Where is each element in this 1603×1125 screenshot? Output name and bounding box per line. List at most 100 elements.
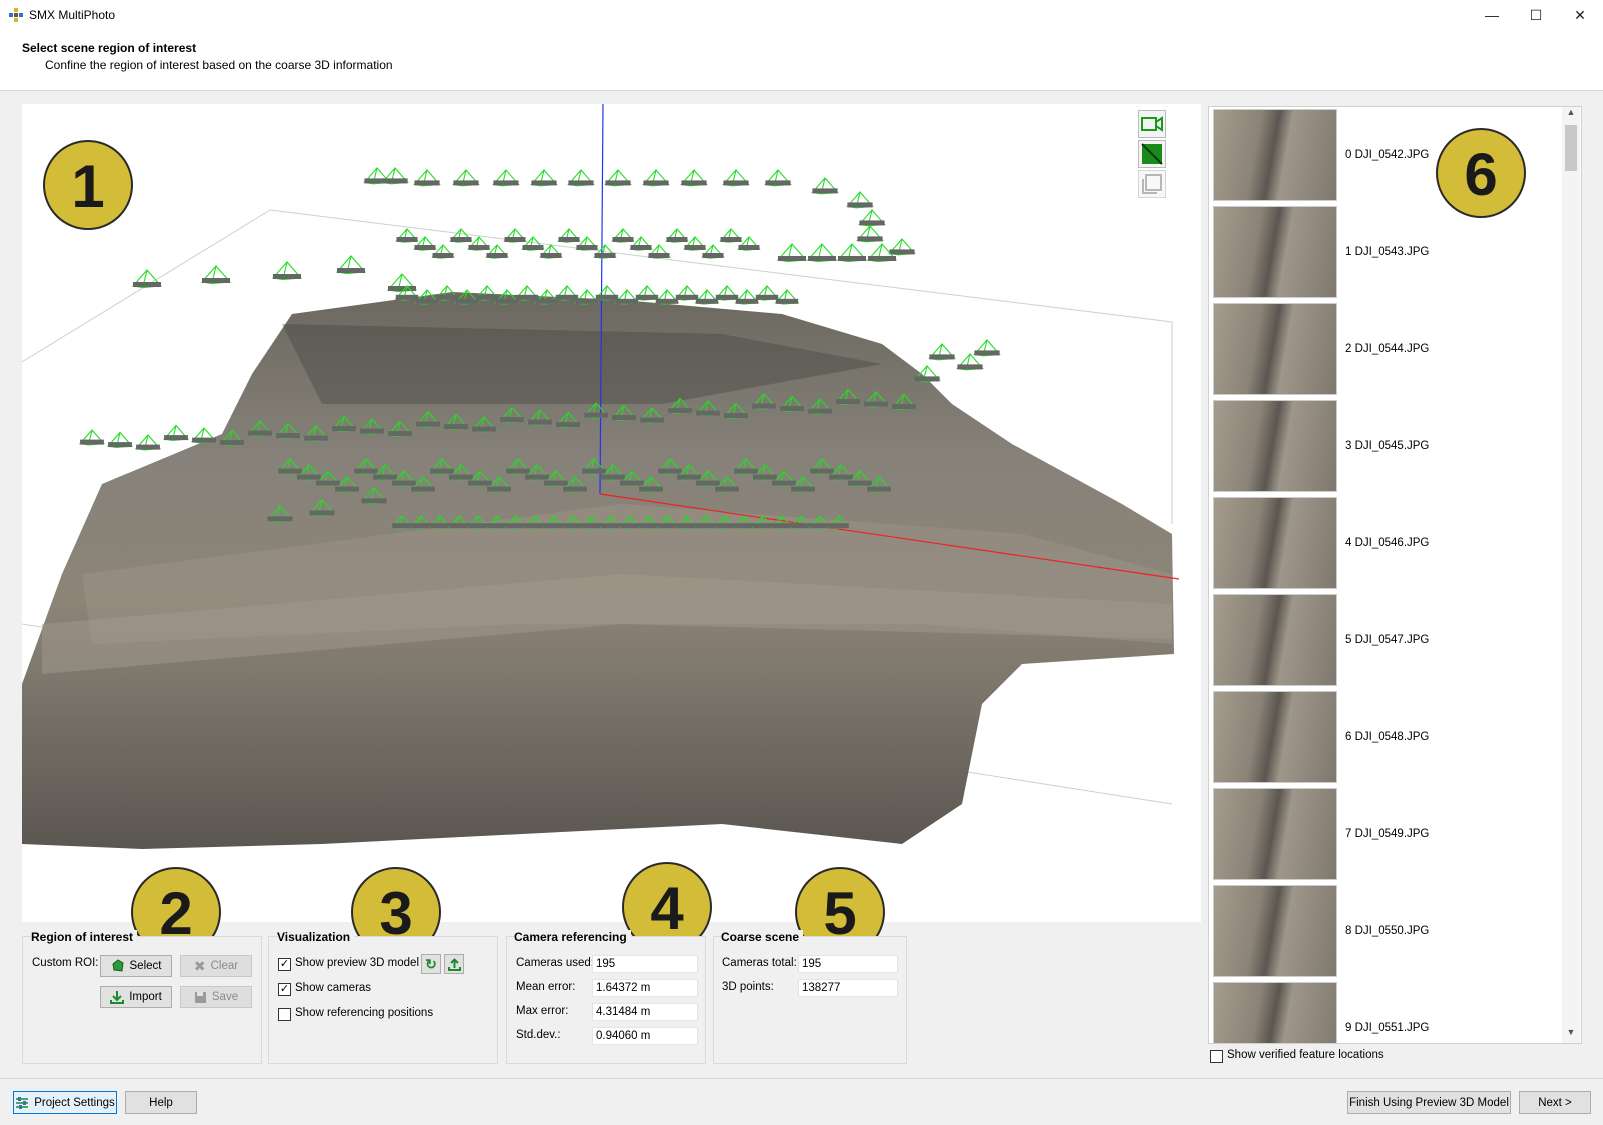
- camera-image-plane: [681, 180, 707, 186]
- image-filename[interactable]: 4 DJI_0546.JPG: [1345, 537, 1429, 549]
- next-button[interactable]: Next >: [1519, 1091, 1591, 1114]
- refresh-preview-button[interactable]: ↻: [421, 954, 441, 974]
- callout-badge-1: 1: [43, 140, 133, 230]
- image-thumbnail[interactable]: [1213, 594, 1337, 686]
- camera-image-plane: [544, 523, 564, 529]
- image-filename[interactable]: 6 DJI_0548.JPG: [1345, 731, 1429, 743]
- max-error-label: Max error:: [516, 1005, 569, 1017]
- image-list[interactable]: 0 DJI_0542.JPG 1 DJI_0543.JPG 2 DJI_0544.J…: [1208, 106, 1582, 1044]
- camera-image-plane: [620, 480, 644, 486]
- image-filename[interactable]: 9 DJI_0551.JPG: [1345, 1022, 1429, 1034]
- camera-image-plane: [630, 245, 652, 250]
- camera-image-plane: [449, 474, 473, 480]
- scroll-up-icon[interactable]: ▲: [1564, 107, 1578, 121]
- image-thumbnail[interactable]: [1213, 400, 1337, 492]
- camera-image-plane: [506, 523, 526, 529]
- clear-roi-button[interactable]: ✖ Clear: [180, 955, 252, 977]
- model-view-icon[interactable]: [1138, 140, 1166, 168]
- image-thumbnail[interactable]: [1213, 982, 1337, 1043]
- show-referencing-checkbox[interactable]: [278, 1008, 291, 1021]
- camera-image-plane: [415, 298, 439, 304]
- camera-image-plane: [575, 298, 599, 304]
- camera-image-plane: [639, 486, 663, 492]
- image-thumbnail[interactable]: [1213, 497, 1337, 589]
- save-roi-button[interactable]: Save: [180, 986, 252, 1008]
- 3d-viewport[interactable]: 1: [22, 104, 1201, 922]
- show-verified-label: Show verified feature locations: [1227, 1049, 1384, 1061]
- camera-image-plane: [772, 480, 796, 486]
- image-thumbnail[interactable]: [1213, 109, 1337, 201]
- minimize-button[interactable]: —: [1470, 0, 1514, 30]
- image-filename[interactable]: 5 DJI_0547.JPG: [1345, 634, 1429, 646]
- camera-image-plane: [695, 298, 719, 304]
- project-settings-button[interactable]: Project Settings: [13, 1091, 117, 1114]
- image-filename[interactable]: 0 DJI_0542.JPG: [1345, 149, 1429, 161]
- scrollbar-thumb[interactable]: [1565, 125, 1577, 171]
- camera-image-plane: [487, 486, 511, 492]
- close-button[interactable]: ✕: [1558, 0, 1602, 30]
- camera-image-plane: [316, 480, 340, 486]
- camera-image-plane: [778, 256, 806, 261]
- camera-image-plane: [528, 419, 552, 425]
- camera-image-plane: [601, 474, 625, 480]
- camera-image-plane: [772, 523, 792, 529]
- 3d-points-field: 138277: [798, 979, 898, 997]
- mean-error-field: 1.64372 m: [592, 979, 698, 997]
- custom-roi-label: Custom ROI:: [32, 957, 99, 969]
- camera-image-plane: [643, 180, 669, 186]
- help-button[interactable]: Help: [125, 1091, 197, 1114]
- cameras-total-label: Cameras total:: [722, 957, 797, 969]
- image-filename[interactable]: 1 DJI_0543.JPG: [1345, 246, 1429, 258]
- export-preview-button[interactable]: [444, 954, 464, 974]
- checkmark-icon: ✓: [279, 958, 290, 970]
- camera-image-plane: [974, 350, 1000, 356]
- camera-view-icon[interactable]: [1138, 110, 1166, 138]
- maximize-button[interactable]: ☐: [1514, 0, 1558, 30]
- camera-image-plane: [493, 180, 519, 186]
- camera-image-plane: [808, 408, 832, 414]
- camera-image-plane: [738, 245, 760, 250]
- std-dev-label: Std.dev.:: [516, 1029, 561, 1041]
- scroll-down-icon[interactable]: ▼: [1564, 1027, 1578, 1041]
- camera-image-plane: [388, 431, 412, 437]
- image-thumbnail[interactable]: [1213, 691, 1337, 783]
- camera-image-plane: [563, 486, 587, 492]
- camera-image-plane: [416, 421, 440, 427]
- image-thumbnail[interactable]: [1213, 303, 1337, 395]
- camera-image-plane: [360, 428, 384, 434]
- camera-image-plane: [568, 180, 594, 186]
- coarse-scene-title: Coarse scene: [721, 930, 804, 944]
- import-roi-button[interactable]: Import: [100, 986, 172, 1008]
- select-roi-button[interactable]: Select: [100, 955, 172, 977]
- show-cameras-checkbox[interactable]: ✓: [278, 983, 291, 996]
- image-filename[interactable]: 2 DJI_0544.JPG: [1345, 343, 1429, 355]
- show-preview-checkbox[interactable]: ✓: [278, 958, 291, 971]
- camera-image-plane: [808, 256, 836, 261]
- image-filename[interactable]: 3 DJI_0545.JPG: [1345, 440, 1429, 452]
- camera-image-plane: [838, 256, 866, 261]
- image-thumbnail[interactable]: [1213, 885, 1337, 977]
- image-filename[interactable]: 7 DJI_0549.JPG: [1345, 828, 1429, 840]
- camera-image-plane: [267, 516, 293, 522]
- roi-box-icon[interactable]: [1138, 170, 1166, 198]
- image-thumbnail[interactable]: [1213, 206, 1337, 298]
- camera-image-plane: [522, 245, 544, 250]
- camera-image-plane: [373, 474, 397, 480]
- camera-image-plane: [810, 468, 834, 474]
- show-verified-checkbox[interactable]: [1210, 1050, 1223, 1063]
- image-filename[interactable]: 8 DJI_0550.JPG: [1345, 925, 1429, 937]
- camera-image-plane: [640, 417, 664, 423]
- camera-image-plane: [248, 430, 272, 436]
- camera-image-plane: [677, 474, 701, 480]
- image-thumbnail[interactable]: [1213, 788, 1337, 880]
- camera-image-plane: [582, 468, 606, 474]
- image-list-scrollbar[interactable]: ▲ ▼: [1562, 107, 1580, 1043]
- finish-button[interactable]: Finish Using Preview 3D Model: [1347, 1091, 1511, 1114]
- mean-error-label: Mean error:: [516, 981, 576, 993]
- camera-image-plane: [780, 406, 804, 412]
- camera-image-plane: [388, 286, 416, 291]
- camera-image-plane: [544, 480, 568, 486]
- camera-image-plane: [859, 220, 885, 226]
- camera-image-plane: [395, 294, 419, 300]
- project-settings-label: Project Settings: [34, 1096, 115, 1109]
